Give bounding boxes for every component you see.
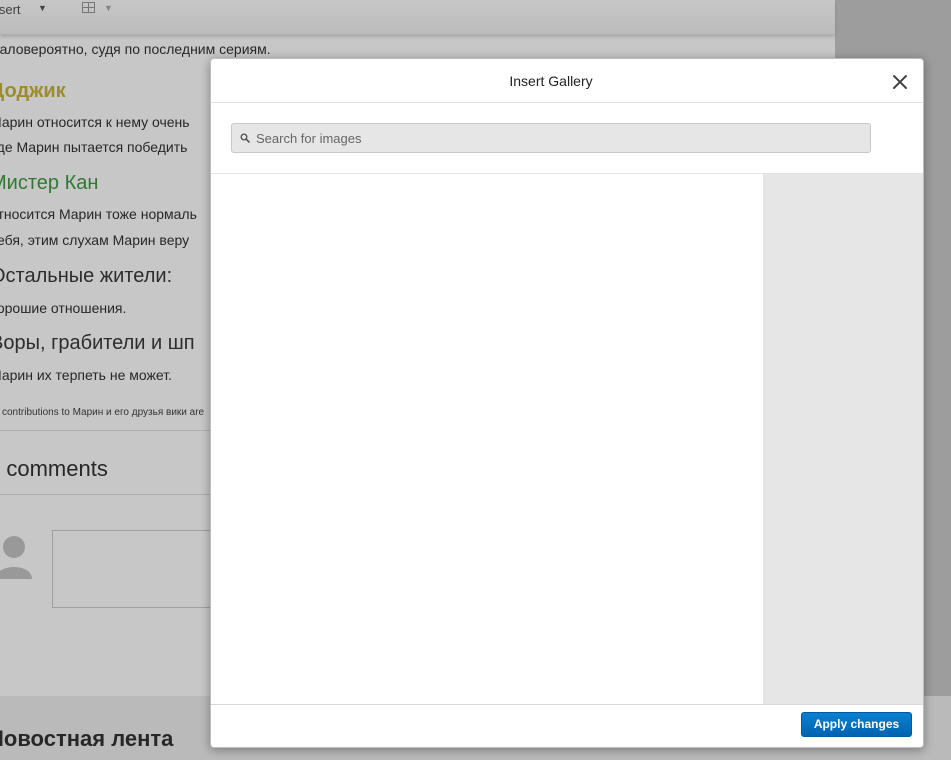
selected-images-panel xyxy=(763,174,923,704)
close-button[interactable] xyxy=(887,69,913,95)
insert-gallery-dialog: Insert Gallery Apply changes xyxy=(210,58,924,748)
apply-changes-button[interactable]: Apply changes xyxy=(801,712,912,737)
dialog-header: Insert Gallery xyxy=(211,59,923,103)
search-icon xyxy=(240,133,250,143)
image-results-area[interactable] xyxy=(211,174,763,704)
search-input[interactable] xyxy=(256,124,856,152)
search-bar xyxy=(211,103,923,174)
dialog-title: Insert Gallery xyxy=(509,73,593,89)
search-field[interactable] xyxy=(231,123,871,153)
close-icon[interactable] xyxy=(887,69,913,95)
dialog-footer: Apply changes xyxy=(211,704,923,747)
